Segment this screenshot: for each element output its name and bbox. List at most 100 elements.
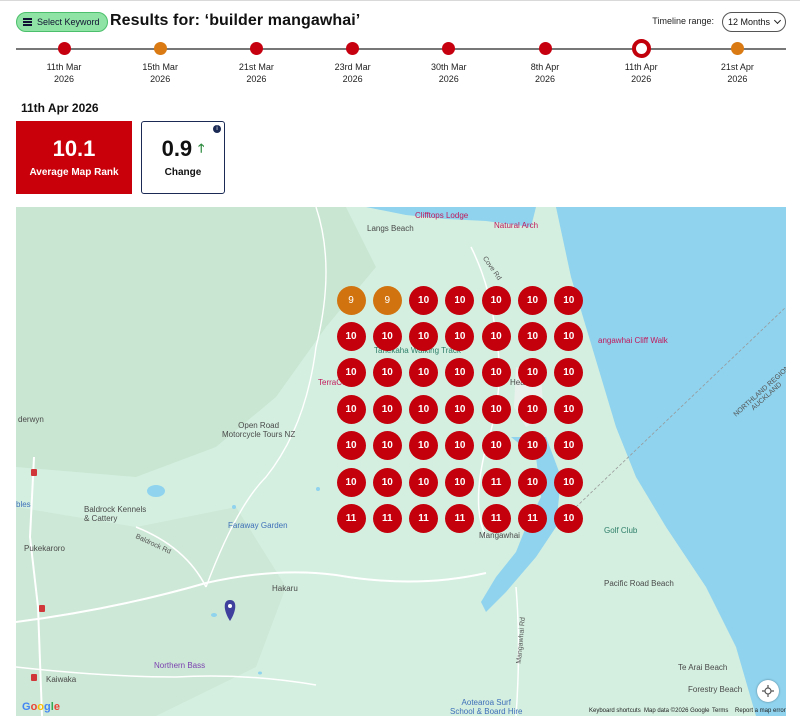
map[interactable]: Langs Beach Clifftops Lodge Natural Arch…	[16, 207, 786, 716]
map-label-baldrock: Baldrock Kennels & Cattery	[84, 505, 147, 523]
timeline-range-select[interactable]: 12 Months	[722, 12, 786, 32]
rank-pin[interactable]: 10	[372, 321, 402, 351]
rank-pin[interactable]: 10	[336, 467, 366, 497]
rank-pin[interactable]: 10	[409, 394, 439, 424]
timeline-dot	[249, 42, 263, 55]
map-label-forestry: Forestry Beach	[688, 685, 743, 694]
rank-pin[interactable]: 10	[372, 431, 402, 461]
timeline-range-value: 12 Months	[727, 17, 771, 27]
timeline-dot	[631, 39, 651, 58]
timeline-date: 21st Apr 2026	[707, 61, 767, 85]
average-rank-value: 10.1	[52, 136, 96, 161]
rank-pin[interactable]: 10	[554, 467, 584, 497]
rank-pin[interactable]: 10	[554, 285, 584, 315]
keyboard-shortcuts-link[interactable]: Keyboard shortcuts	[589, 708, 641, 714]
rank-pin[interactable]: 10	[336, 358, 366, 388]
rank-pin[interactable]: 10	[409, 321, 439, 351]
rank-pin[interactable]: 10	[372, 394, 402, 424]
timeline-date-day: 23rd Mar	[334, 62, 371, 72]
average-rank-card: 10.1 Average Map Rank	[16, 121, 132, 194]
timeline-date: 15th Mar 2026	[130, 61, 190, 85]
rank-pin[interactable]: 10	[409, 431, 439, 461]
timeline-point[interactable]: 8th Apr 2026	[515, 39, 575, 85]
rank-pin[interactable]: 10	[481, 285, 511, 315]
chevron-down-icon	[773, 16, 782, 25]
rank-pin[interactable]: 11	[518, 503, 547, 533]
list-icon	[23, 18, 32, 26]
report-map-error-link[interactable]: Report a map error	[735, 708, 786, 714]
timeline-date-year: 2026	[438, 74, 459, 84]
timeline-point[interactable]: 11th Mar 2026	[34, 39, 94, 85]
my-location-button[interactable]	[757, 680, 779, 702]
timeline-point[interactable]: 15th Mar 2026	[130, 39, 190, 85]
rank-pin[interactable]: 11	[336, 503, 366, 533]
rank-pin[interactable]: 11	[481, 467, 511, 497]
rank-pin[interactable]: 10	[554, 394, 584, 424]
timeline-date-year: 2026	[150, 74, 171, 84]
arrow-up-icon: 🡑	[198, 140, 205, 155]
timeline-date: 23rd Mar 2026	[323, 61, 383, 85]
timeline-date-year: 2026	[534, 74, 556, 84]
rank-pin[interactable]: 11	[409, 503, 439, 533]
rank-pin[interactable]: 10	[445, 394, 475, 424]
map-label-hakaru: Hakaru	[272, 584, 298, 593]
rank-pin[interactable]: 10	[336, 431, 366, 461]
timeline-date-year: 2026	[53, 74, 75, 84]
info-icon[interactable]: i	[213, 125, 221, 133]
rank-pin[interactable]: 10	[481, 321, 511, 351]
rank-pin[interactable]: 11	[372, 503, 402, 533]
rank-pin[interactable]: 10	[554, 321, 584, 351]
timeline-dot	[442, 42, 456, 55]
page: Select Keyword Results for: ‘builder man…	[0, 0, 800, 726]
map-data-attribution: Map data ©2026 Google	[644, 708, 710, 714]
map-label-pukekaroro: Pukekaroro	[24, 544, 65, 553]
rank-pin[interactable]: 10	[518, 321, 547, 351]
timeline-point[interactable]: 21st Mar 2026	[226, 39, 286, 85]
map-label-bles: bles	[16, 500, 31, 509]
rank-pin[interactable]: 10	[481, 431, 511, 461]
rank-pin[interactable]: 10	[336, 321, 366, 351]
map-label-golf: Golf Club	[604, 526, 638, 535]
timeline-date-year: 2026	[246, 74, 267, 84]
timeline-point[interactable]: 11th Apr 2026	[611, 39, 671, 85]
map-label-northern-bass: Northern Bass	[154, 661, 206, 670]
select-keyword-label: Select Keyword	[37, 17, 100, 27]
rank-pin[interactable]: 10	[518, 431, 547, 461]
rank-pin[interactable]: 10	[481, 394, 511, 424]
header: Select Keyword Results for: ‘builder man…	[16, 12, 786, 36]
timeline-date-day: 21st Mar	[238, 62, 274, 72]
timeline-date: 11th Apr 2026	[611, 61, 671, 85]
rank-pin[interactable]: 10	[518, 467, 547, 497]
rank-pin[interactable]: 9	[372, 285, 402, 315]
rank-pin[interactable]: 11	[481, 503, 511, 533]
page-title: Results for: ‘builder mangawhai’	[110, 12, 361, 29]
timeline-date: 11th Mar 2026	[34, 61, 94, 85]
average-rank-label: Average Map Rank	[29, 167, 119, 178]
rank-pin[interactable]: 10	[445, 285, 475, 315]
rank-pin[interactable]: 10	[372, 467, 402, 497]
rank-pin[interactable]: 9	[336, 285, 366, 315]
select-keyword-button[interactable]: Select Keyword	[16, 12, 108, 32]
rank-pin[interactable]: 10	[518, 285, 547, 315]
map-label-cliff-walk: angawhai Cliff Walk	[598, 336, 668, 345]
timeline-point[interactable]: 21st Apr 2026	[707, 39, 767, 85]
timeline-point[interactable]: 23rd Mar 2026	[323, 39, 383, 85]
rank-pin[interactable]: 10	[554, 503, 584, 533]
timeline-date-day: 15th Mar	[142, 62, 178, 72]
rank-pin[interactable]: 10	[481, 358, 511, 388]
rank-pin[interactable]: 10	[409, 467, 439, 497]
rank-pin[interactable]: 10	[518, 394, 547, 424]
rank-pin[interactable]: 10	[336, 394, 366, 424]
timeline-dot	[730, 42, 744, 55]
map-label-faraway: Faraway Garden	[228, 521, 288, 530]
terms-link[interactable]: Terms	[712, 708, 728, 714]
rank-pin[interactable]: 10	[445, 467, 475, 497]
timeline-date-year: 2026	[727, 74, 748, 84]
timeline-point[interactable]: 30th Mar 2026	[419, 39, 479, 85]
change-value: 0.9	[161, 136, 193, 161]
rank-pin[interactable]: 10	[409, 285, 439, 315]
rank-pin[interactable]: 10	[372, 358, 402, 388]
selected-date: 11th Apr 2026	[21, 101, 99, 115]
timeline-dot	[57, 42, 71, 55]
timeline-date: 30th Mar 2026	[419, 61, 479, 85]
